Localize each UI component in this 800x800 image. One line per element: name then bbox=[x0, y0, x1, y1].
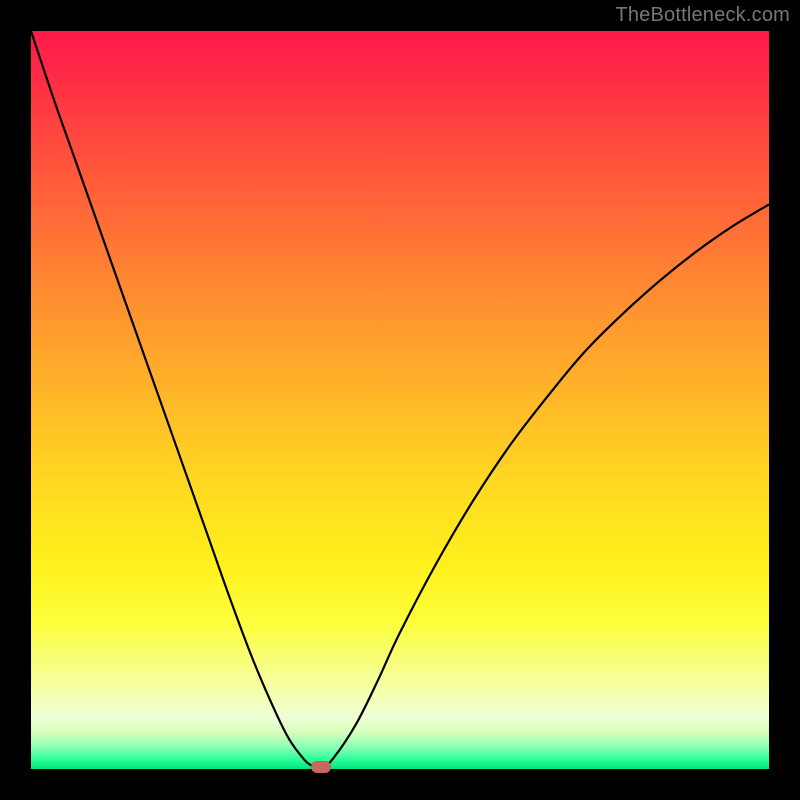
plot-area bbox=[31, 31, 769, 769]
chart-frame: TheBottleneck.com bbox=[0, 0, 800, 800]
bottleneck-curve bbox=[31, 31, 769, 769]
optimal-point-marker bbox=[311, 761, 331, 773]
watermark-text: TheBottleneck.com bbox=[615, 4, 790, 27]
curve-path bbox=[31, 31, 769, 769]
